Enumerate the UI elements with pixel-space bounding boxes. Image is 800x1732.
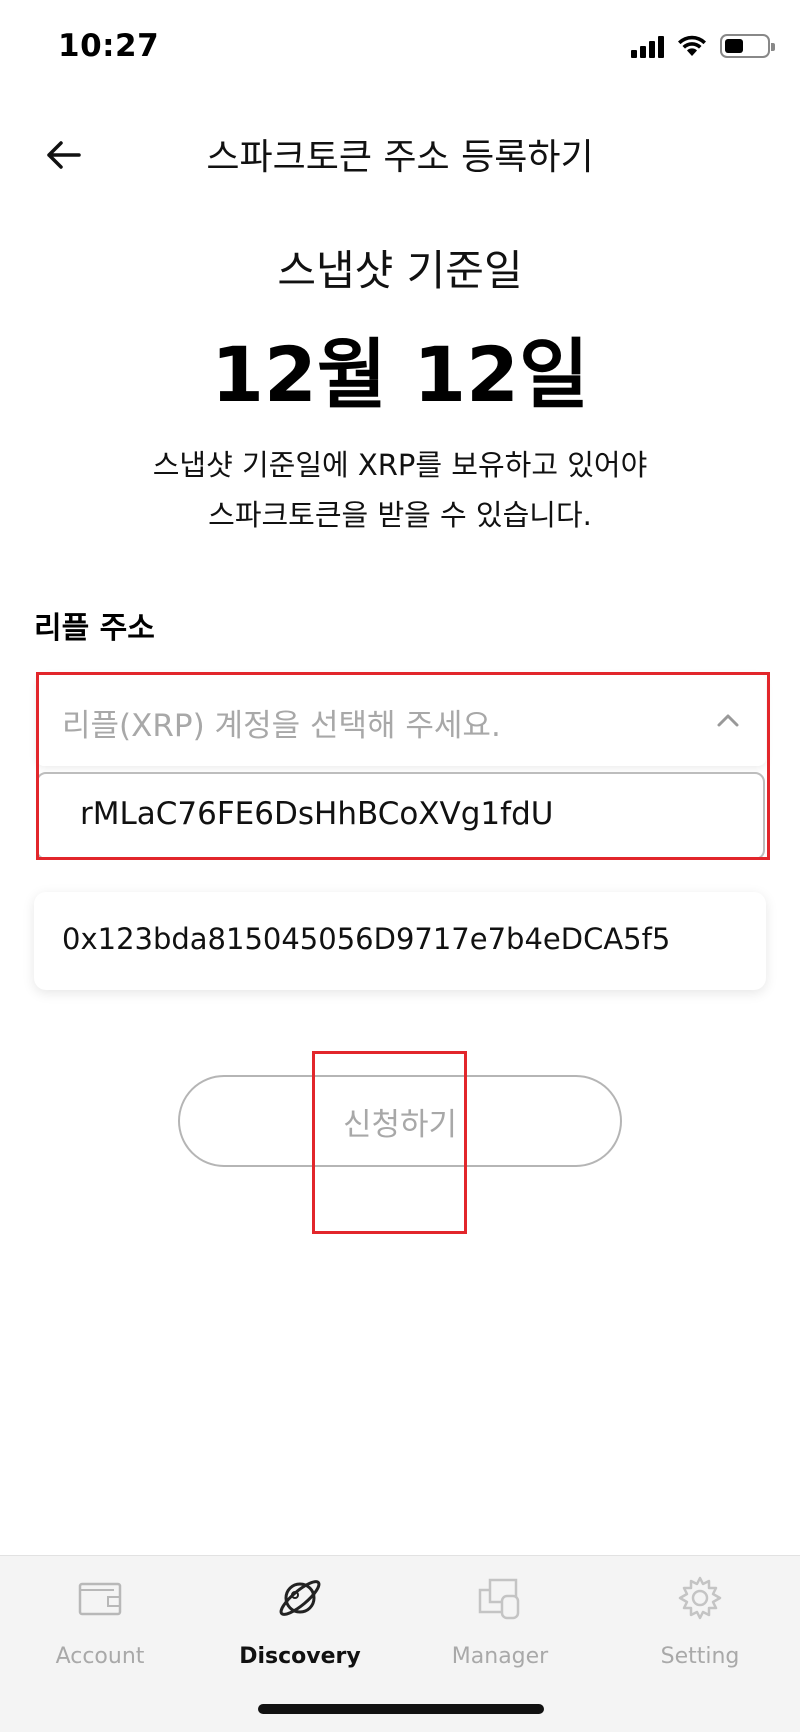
- xrp-account-dropdown[interactable]: 리플(XRP) 계정을 선택해 주세요.: [36, 674, 766, 766]
- snapshot-notice: 스냅샷 기준일에 XRP를 보유하고 있어야 스파크토큰을 받을 수 있습니다.: [0, 440, 800, 540]
- home-indicator: [258, 1704, 544, 1714]
- battery-icon: [720, 34, 775, 58]
- dropdown-option-account[interactable]: rMLaC76FE6DsHhBCoXVg1fdU: [36, 772, 765, 860]
- notice-line-1: 스냅샷 기준일에 XRP를 보유하고 있어야: [152, 448, 648, 482]
- ripple-address-label: 리플 주소: [34, 611, 155, 646]
- spark-address-value: 0x123bda815045056D9717e7b4eDCA5f5: [62, 922, 671, 956]
- dropdown-placeholder: 리플(XRP) 계정을 선택해 주세요.: [62, 708, 501, 744]
- status-bar: 10:27: [0, 0, 800, 100]
- signal-icon: [631, 34, 664, 58]
- tab-account-label: Account: [55, 1644, 145, 1669]
- tab-manager-label: Manager: [451, 1644, 549, 1669]
- status-time: 10:27: [58, 28, 160, 64]
- gear-icon: [678, 1576, 722, 1620]
- page-title: 스파크토큰 주소 등록하기: [206, 137, 594, 178]
- wallet-icon: [78, 1582, 122, 1616]
- cards-icon: [478, 1578, 520, 1620]
- snapshot-date: 12월 12일: [211, 330, 589, 419]
- dropdown-option-text: rMLaC76FE6DsHhBCoXVg1fdU: [80, 796, 554, 832]
- snapshot-label: 스냅샷 기준일: [277, 246, 523, 295]
- planet-icon: [279, 1580, 321, 1616]
- chevron-up-icon: [717, 714, 739, 727]
- tab-bar: Account Discovery Manager Setting: [0, 1555, 800, 1732]
- tab-account[interactable]: Account: [0, 1572, 200, 1692]
- wifi-icon: [678, 35, 706, 56]
- spark-address-field[interactable]: 0x123bda815045056D9717e7b4eDCA5f5: [34, 892, 766, 990]
- header: 스파크토큰 주소 등록하기: [0, 110, 800, 200]
- status-icons: [631, 34, 775, 58]
- tab-discovery[interactable]: Discovery: [200, 1572, 400, 1692]
- tab-manager[interactable]: Manager: [400, 1572, 600, 1692]
- submit-button[interactable]: 신청하기: [178, 1075, 622, 1167]
- tab-setting-label: Setting: [660, 1644, 740, 1669]
- tab-discovery-label: Discovery: [239, 1644, 361, 1669]
- tab-setting[interactable]: Setting: [600, 1572, 800, 1692]
- notice-line-2: 스파크토큰을 받을 수 있습니다.: [208, 498, 592, 532]
